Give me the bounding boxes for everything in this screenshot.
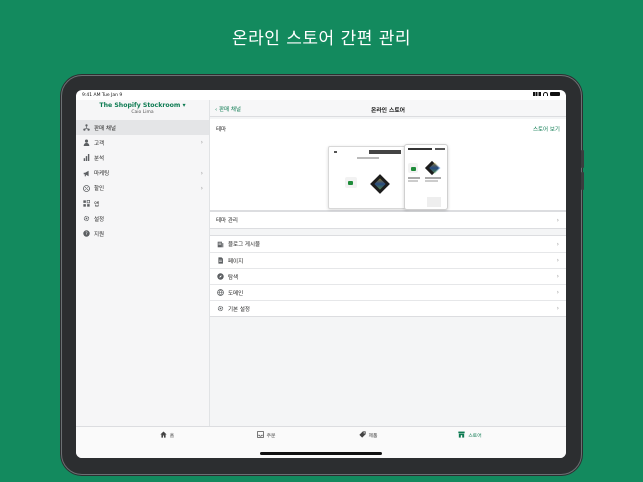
page-title: 온라인 스토어 bbox=[370, 108, 406, 114]
store-icon bbox=[458, 431, 466, 440]
row-label: 페이지 bbox=[228, 258, 244, 265]
chevron-right-icon: › bbox=[556, 257, 559, 264]
sidebar-item-analytics[interactable]: 분석 bbox=[76, 150, 209, 165]
row-label: 탐색 bbox=[228, 274, 239, 281]
theme-preview-mobile bbox=[404, 144, 448, 210]
sidebar-item-apps[interactable]: 앱 bbox=[76, 196, 209, 211]
compass-icon bbox=[216, 273, 224, 281]
blog-icon bbox=[216, 240, 224, 248]
sidebar-item-sales-channels[interactable]: 판매 채널 bbox=[76, 120, 209, 136]
sidebar-item-label: 앱 bbox=[94, 201, 100, 208]
chevron-right-icon: › bbox=[556, 305, 559, 312]
chevron-right-icon: › bbox=[200, 139, 203, 147]
discount-icon bbox=[82, 184, 90, 192]
headline: 온라인 스토어 간편 관리 bbox=[231, 29, 412, 49]
sidebar-item-label: 설정 bbox=[94, 216, 105, 223]
wifi-icon bbox=[543, 92, 548, 96]
gear-icon bbox=[82, 215, 90, 223]
store-user: Caio Lima bbox=[131, 110, 154, 115]
tab-home[interactable]: 홈 bbox=[137, 431, 197, 440]
mug-image bbox=[345, 177, 357, 188]
apps-icon bbox=[82, 200, 90, 208]
store-name[interactable]: The Shopify Stockroom ▾ bbox=[76, 102, 209, 109]
tablet-screen: 9:41 AM Tue Jan 9 The Shopify Stockroom … bbox=[76, 90, 566, 458]
sidebar-item-label: 지원 bbox=[94, 231, 105, 238]
chevron-right-icon: › bbox=[556, 216, 559, 224]
tab-label: 스토어 bbox=[468, 434, 482, 439]
signal-icon bbox=[533, 92, 541, 96]
theme-label: 테마 bbox=[216, 127, 227, 133]
online-store-menu: 블로그 게시물 › 페이지 › 탐색 › 도메인 › 기본 설정 › bbox=[210, 235, 566, 317]
row-navigation[interactable]: 탐색 › bbox=[210, 268, 566, 284]
sidebar-item-label: 할인 bbox=[94, 186, 105, 193]
sidebar-item-label: 판매 채널 bbox=[94, 125, 116, 132]
volume-button bbox=[581, 150, 584, 168]
row-label: 기본 설정 bbox=[228, 306, 250, 313]
chevron-right-icon: › bbox=[556, 273, 559, 280]
view-store-link[interactable]: 스토어 보기 bbox=[533, 125, 560, 133]
row-label: 블로그 게시물 bbox=[228, 242, 261, 248]
manage-theme-row[interactable]: 테마 관리 › bbox=[210, 212, 566, 228]
tab-bar: 홈 주문 제품 스토어 bbox=[76, 426, 566, 458]
sidebar: The Shopify Stockroom ▾ Caio Lima 판매 채널 … bbox=[76, 100, 210, 426]
battery-icon bbox=[550, 92, 560, 96]
sidebar-item-marketing[interactable]: 마케팅 › bbox=[76, 166, 209, 181]
sidebar-item-support[interactable]: ? 지원 bbox=[76, 226, 209, 241]
mousepad-image bbox=[370, 174, 390, 194]
status-icons bbox=[533, 92, 560, 96]
sidebar-item-label: 분석 bbox=[94, 155, 105, 162]
bar-chart-icon bbox=[82, 154, 90, 162]
manage-theme-group: 테마 관리 › bbox=[210, 211, 566, 229]
store-switcher[interactable]: The Shopify Stockroom ▾ Caio Lima bbox=[76, 102, 209, 120]
sidebar-item-customers[interactable]: 고객 › bbox=[76, 135, 209, 150]
share-icon bbox=[82, 124, 90, 132]
volume-button bbox=[581, 172, 584, 190]
main-panel: ‹ 판매 채널 온라인 스토어 테마 스토어 보기 테마 관리 › 블로그 게시… bbox=[210, 100, 566, 426]
chevron-right-icon: › bbox=[200, 184, 203, 192]
home-icon bbox=[160, 431, 167, 440]
page-icon bbox=[216, 257, 224, 265]
chevron-right-icon: › bbox=[556, 240, 559, 248]
mousepad-image bbox=[424, 160, 440, 176]
theme-card: 테마 스토어 보기 bbox=[210, 119, 566, 211]
tab-label: 제품 bbox=[368, 434, 378, 439]
row-pages[interactable]: 페이지 › bbox=[210, 252, 566, 268]
sidebar-item-settings[interactable]: 설정 bbox=[76, 211, 209, 226]
sidebar-item-label: 고객 bbox=[94, 140, 105, 147]
navigation-bar: ‹ 판매 채널 온라인 스토어 bbox=[210, 100, 566, 117]
megaphone-icon bbox=[82, 169, 90, 177]
tab-products[interactable]: 제품 bbox=[338, 431, 398, 440]
row-label: 도메인 bbox=[228, 290, 244, 297]
globe-icon bbox=[216, 289, 224, 297]
inbox-icon bbox=[256, 431, 264, 440]
tab-label: 주문 bbox=[266, 434, 276, 439]
theme-preview-desktop bbox=[328, 146, 408, 209]
status-time: 9:41 AM Tue Jan 9 bbox=[82, 93, 123, 98]
chevron-right-icon: › bbox=[556, 289, 559, 296]
tab-label: 홈 bbox=[169, 434, 175, 439]
sidebar-item-discounts[interactable]: 할인 › bbox=[76, 181, 209, 196]
manage-theme-label: 테마 관리 bbox=[216, 218, 238, 224]
status-bar: 9:41 AM Tue Jan 9 bbox=[76, 90, 566, 100]
mug-image bbox=[408, 163, 418, 173]
chevron-right-icon: › bbox=[200, 169, 203, 177]
tab-store[interactable]: 스토어 bbox=[440, 431, 500, 440]
sidebar-item-label: 마케팅 bbox=[94, 171, 110, 178]
gear-icon bbox=[216, 305, 224, 313]
tab-orders[interactable]: 주문 bbox=[236, 431, 296, 440]
person-icon bbox=[82, 139, 90, 147]
home-indicator[interactable] bbox=[260, 452, 382, 455]
row-blog-posts[interactable]: 블로그 게시물 › bbox=[210, 236, 566, 252]
help-icon: ? bbox=[82, 230, 90, 238]
row-preferences[interactable]: 기본 설정 › bbox=[210, 300, 566, 316]
tag-icon bbox=[358, 431, 366, 440]
row-domains[interactable]: 도메인 › bbox=[210, 284, 566, 300]
